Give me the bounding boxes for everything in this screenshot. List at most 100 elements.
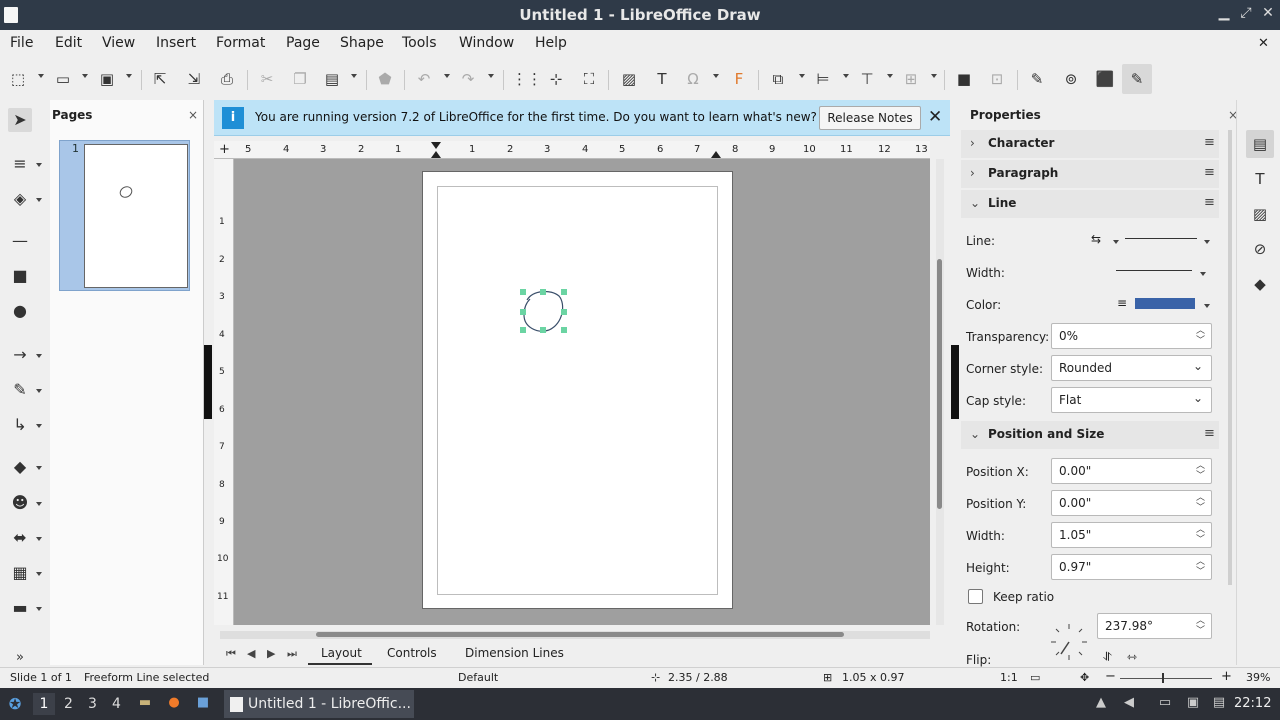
export-pdf-icon[interactable]: ⇲	[184, 69, 204, 89]
first-tab-icon[interactable]: ⏮	[226, 647, 236, 661]
network-icon[interactable]: ▣	[1184, 695, 1202, 713]
selection-handles[interactable]	[520, 289, 567, 333]
curve-tool-icon[interactable]: ✎	[8, 378, 32, 402]
terminal-icon[interactable]: ■	[194, 695, 212, 713]
width-field[interactable]: 1.05" ︿ ﹀	[1051, 522, 1212, 548]
cap-style-select[interactable]: Flat ⌄	[1051, 387, 1212, 413]
new-document-icon[interactable]: ⬚	[8, 69, 28, 89]
menu-edit[interactable]: Edit	[55, 35, 82, 51]
line-arrow-icon[interactable]: →	[8, 343, 32, 367]
vertical-scrollbar-thumb[interactable]	[937, 259, 942, 509]
maximize-button[interactable]: ⤢	[1238, 5, 1254, 23]
page-thumbnail-selected[interactable]: 1	[59, 140, 190, 291]
flowchart-icon[interactable]: ▦	[8, 561, 32, 585]
position-y-field[interactable]: 0.00" ︿ ﹀	[1051, 490, 1212, 516]
menu-page[interactable]: Page	[286, 35, 320, 51]
menu-icon[interactable]: ≡	[1204, 426, 1215, 441]
release-notes-button[interactable]: Release Notes	[819, 106, 921, 130]
stepper-icon[interactable]: ︿ ﹀	[1196, 616, 1205, 636]
menu-file[interactable]: File	[10, 35, 33, 51]
workspace-3[interactable]: 3	[88, 696, 97, 712]
section-position-size[interactable]: ⌄ Position and Size ≡	[961, 421, 1219, 449]
close-document-button[interactable]: ✕	[1258, 36, 1269, 51]
arrow-style-icon[interactable]: ⇆	[1091, 232, 1101, 246]
vertical-scrollbar[interactable]	[936, 159, 944, 625]
next-tab-icon[interactable]: ▶	[267, 647, 275, 660]
transparency-field[interactable]: 0% ︿ ﹀	[1051, 323, 1212, 349]
zoom-slider-handle[interactable]	[1162, 673, 1164, 683]
ruler-markers[interactable]	[214, 141, 930, 159]
height-field[interactable]: 0.97" ︿ ﹀	[1051, 554, 1212, 580]
save-icon[interactable]: ▣	[97, 69, 117, 89]
prev-tab-icon[interactable]: ◀	[247, 647, 255, 660]
menu-view[interactable]: View	[102, 35, 135, 51]
align-objects-icon[interactable]: ⊨	[813, 69, 833, 89]
rectangle-tool-icon[interactable]: ■	[8, 264, 32, 288]
open-icon[interactable]: ▭	[53, 69, 73, 89]
flip-vertical-icon[interactable]: ⥯	[1103, 650, 1112, 665]
insert-image-icon[interactable]: ▨	[619, 69, 639, 89]
clipboard-icon[interactable]: ▭	[1156, 695, 1174, 713]
taskbar-app-libreoffice[interactable]: Untitled 1 - LibreOffic...	[224, 690, 414, 718]
tab-controls[interactable]: Controls	[387, 646, 437, 660]
tray-upload-icon[interactable]: ▲	[1092, 695, 1110, 713]
properties-tab-icon[interactable]: ▤	[1246, 130, 1274, 158]
styles-tab-icon[interactable]: T	[1246, 165, 1274, 193]
position-x-field[interactable]: 0.00" ︿ ﹀	[1051, 458, 1212, 484]
stepper-icon[interactable]: ︿ ﹀	[1196, 461, 1205, 481]
toggle-extrusion-icon[interactable]: ⬛	[1095, 69, 1115, 89]
flip-horizontal-icon[interactable]: ⇿	[1127, 650, 1137, 664]
workspace-4[interactable]: 4	[112, 696, 121, 712]
callouts-icon[interactable]: ▬	[8, 596, 32, 620]
page-thumbnail[interactable]	[84, 144, 188, 288]
shadow-icon[interactable]: ■	[954, 69, 974, 89]
helplines-icon[interactable]: ⊹	[546, 69, 566, 89]
glue-points-icon[interactable]: ⊚	[1061, 69, 1081, 89]
line-tool-icon[interactable]: —	[8, 229, 32, 253]
workspace-1[interactable]: 1	[33, 693, 55, 715]
copy-icon[interactable]: ❐	[290, 69, 310, 89]
drawing-page[interactable]	[422, 171, 733, 609]
shapes-tab-icon[interactable]: ◆	[1246, 270, 1274, 298]
tab-dimension-lines[interactable]: Dimension Lines	[465, 646, 564, 660]
special-character-icon[interactable]: Ω	[683, 69, 703, 89]
line-width-select[interactable]	[1116, 270, 1192, 271]
grid-icon[interactable]: ⋮⋮	[512, 69, 542, 89]
crop-icon[interactable]: ⊡	[987, 69, 1007, 89]
section-paragraph[interactable]: › Paragraph ≡	[961, 160, 1219, 188]
navigator-tab-icon[interactable]: ⊘	[1246, 235, 1274, 263]
section-character[interactable]: › Character ≡	[961, 130, 1219, 158]
zoom-level[interactable]: 39%	[1246, 671, 1270, 684]
notifications-icon[interactable]: ▤	[1210, 695, 1228, 713]
volume-icon[interactable]: ◀	[1120, 695, 1138, 713]
line-color-swatch[interactable]	[1135, 298, 1195, 309]
paste-icon[interactable]: ▤	[322, 69, 342, 89]
tab-layout[interactable]: Layout	[321, 646, 362, 660]
menu-icon[interactable]: ≡	[1204, 135, 1215, 150]
symbol-shapes-icon[interactable]: ☻	[8, 491, 32, 515]
sidebar-scrollbar[interactable]	[1228, 130, 1232, 585]
print-icon[interactable]: ⎙	[217, 69, 237, 89]
left-panel-splitter[interactable]	[204, 345, 212, 419]
zoom-out-button[interactable]: −	[1105, 669, 1116, 684]
basic-shapes-icon[interactable]: ◆	[8, 455, 32, 479]
stepper-icon[interactable]: ︿ ﹀	[1196, 557, 1205, 577]
menu-tools[interactable]: Tools	[402, 35, 437, 51]
transformations-icon[interactable]: ⧉	[768, 69, 788, 89]
menu-icon[interactable]: ≡	[1204, 165, 1215, 180]
ellipse-tool-icon[interactable]: ●	[8, 299, 32, 323]
info-close-icon[interactable]: ✕	[928, 107, 942, 127]
file-manager-icon[interactable]: ▬	[136, 695, 154, 713]
menu-icon[interactable]: ≡	[1204, 195, 1215, 210]
firefox-icon[interactable]: ●	[165, 695, 183, 713]
menu-format[interactable]: Format	[216, 35, 265, 51]
menu-shape[interactable]: Shape	[340, 35, 384, 51]
drawing-canvas[interactable]	[234, 159, 930, 625]
line-style-select[interactable]	[1125, 238, 1197, 239]
vertical-ruler[interactable]: 1 2 3 4 5 6 7 8 9 10 11	[214, 159, 234, 625]
select-tool-icon[interactable]: ➤	[8, 108, 32, 132]
menu-window[interactable]: Window	[459, 35, 514, 51]
right-panel-splitter[interactable]	[951, 345, 959, 419]
zoom-in-button[interactable]: +	[1221, 669, 1232, 684]
stepper-icon[interactable]: ︿ ﹀	[1196, 525, 1205, 545]
